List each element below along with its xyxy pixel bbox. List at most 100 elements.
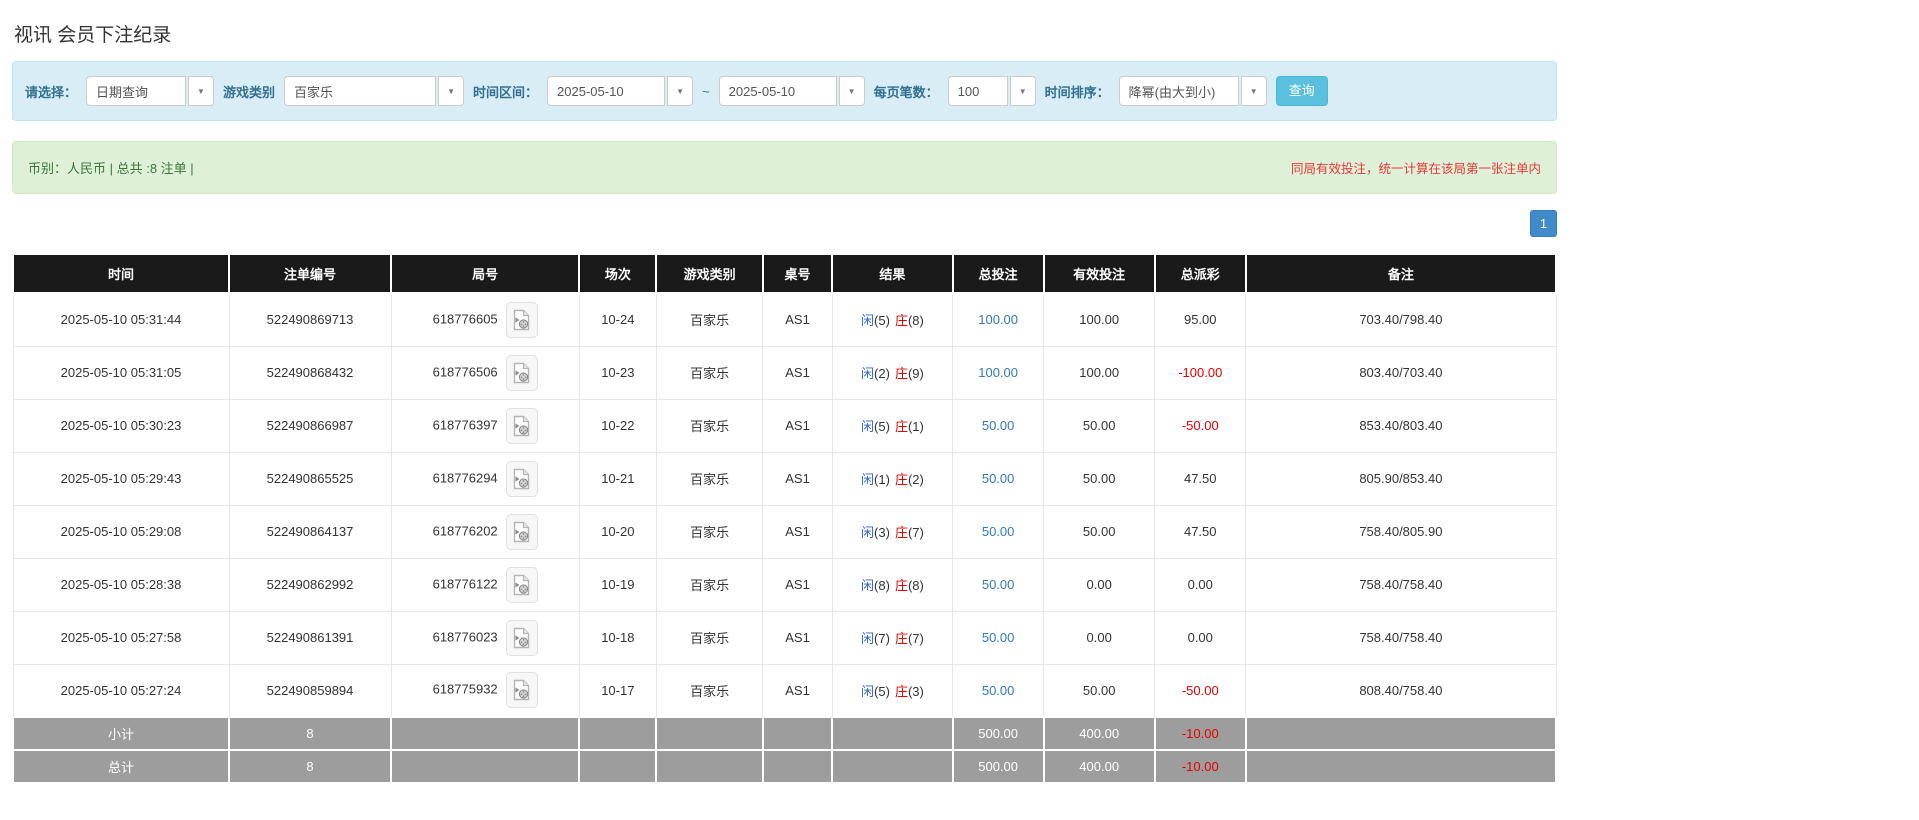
total-bet-link[interactable]: 100.00 xyxy=(978,365,1018,380)
date-to-picker[interactable]: 2025-05-10 ▼ xyxy=(719,76,865,106)
result-player: 闲 xyxy=(861,472,874,487)
table-row: 2025-05-10 05:27:24 522490859894 6187759… xyxy=(13,664,1556,717)
cell-bet-no: 522490862992 xyxy=(229,558,391,611)
main-container: 视讯 会员下注纪录 请选择： 日期查询 ▼ 游戏类别 百家乐 ▼ 时间区间： 2… xyxy=(12,0,1557,784)
search-button[interactable]: 查询 xyxy=(1276,76,1328,106)
pagination: 1 xyxy=(12,210,1557,237)
cell-total-bet: 50.00 xyxy=(953,505,1044,558)
total-bet-link[interactable]: 50.00 xyxy=(982,524,1015,539)
chevron-down-icon[interactable]: ▼ xyxy=(839,76,865,106)
cell-game-type: 百家乐 xyxy=(656,664,762,717)
cell-table-no: AS1 xyxy=(763,611,832,664)
cell-session: 10-20 xyxy=(579,505,656,558)
game-type-select[interactable]: 百家乐 ▼ xyxy=(284,76,464,106)
chevron-down-icon[interactable]: ▼ xyxy=(667,76,693,106)
cell-round-no: 618776122 xyxy=(391,558,579,611)
round-number: 618776397 xyxy=(433,417,498,432)
result-banker-score: (8) xyxy=(908,313,924,328)
result-player-score: (2) xyxy=(874,366,890,381)
video-replay-button[interactable] xyxy=(506,355,538,391)
table-header: 时间 注单编号 局号 场次 游戏类别 桌号 结果 总投注 有效投注 总派彩 备注 xyxy=(13,254,1556,293)
cell-result: 闲(3)庄(7) xyxy=(832,505,952,558)
cell-valid-bet: 0.00 xyxy=(1044,611,1155,664)
col-round-no: 局号 xyxy=(391,254,579,293)
chevron-down-icon[interactable]: ▼ xyxy=(1241,76,1267,106)
table-row: 2025-05-10 05:27:58 522490861391 6187760… xyxy=(13,611,1556,664)
cell-table-no: AS1 xyxy=(763,505,832,558)
cell-round-no: 618776202 xyxy=(391,505,579,558)
cell-session: 10-18 xyxy=(579,611,656,664)
col-total-bet: 总投注 xyxy=(953,254,1044,293)
page-size-label: 每页笔数： xyxy=(874,82,939,101)
col-bet-no: 注单编号 xyxy=(229,254,391,293)
cell-round-no: 618775932 xyxy=(391,664,579,717)
result-banker: 庄 xyxy=(895,525,908,540)
chevron-down-icon[interactable]: ▼ xyxy=(188,76,214,106)
result-player-score: (3) xyxy=(874,525,890,540)
result-player: 闲 xyxy=(861,313,874,328)
table-row: 2025-05-10 05:29:43 522490865525 6187762… xyxy=(13,452,1556,505)
cell-valid-bet: 0.00 xyxy=(1044,558,1155,611)
cell-payout: 0.00 xyxy=(1155,611,1246,664)
cell-payout: 47.50 xyxy=(1155,505,1246,558)
chevron-down-icon[interactable]: ▼ xyxy=(438,76,464,106)
grandtotal-label: 总计 xyxy=(13,750,229,783)
time-range-label: 时间区间： xyxy=(473,82,538,101)
video-replay-button[interactable] xyxy=(506,567,538,603)
col-session: 场次 xyxy=(579,254,656,293)
range-separator: ~ xyxy=(702,84,710,99)
result-player: 闲 xyxy=(861,419,874,434)
cell-session: 10-21 xyxy=(579,452,656,505)
cell-game-type: 百家乐 xyxy=(656,505,762,558)
video-replay-button[interactable] xyxy=(506,408,538,444)
table-row: 2025-05-10 05:31:44 522490869713 6187766… xyxy=(13,293,1556,346)
cell-total-bet: 50.00 xyxy=(953,611,1044,664)
video-replay-button[interactable] xyxy=(506,461,538,497)
result-player-score: (5) xyxy=(874,419,890,434)
cell-payout: -100.00 xyxy=(1155,346,1246,399)
total-bet-link[interactable]: 50.00 xyxy=(982,683,1015,698)
result-banker: 庄 xyxy=(895,631,908,646)
video-file-icon xyxy=(513,309,530,331)
video-replay-button[interactable] xyxy=(506,514,538,550)
date-from-picker[interactable]: 2025-05-10 ▼ xyxy=(547,76,693,106)
result-banker-score: (7) xyxy=(908,525,924,540)
cell-result: 闲(1)庄(2) xyxy=(832,452,952,505)
result-banker-score: (3) xyxy=(908,684,924,699)
cell-table-no: AS1 xyxy=(763,664,832,717)
cell-remark: 758.40/758.40 xyxy=(1246,558,1556,611)
table-row: 2025-05-10 05:29:08 522490864137 6187762… xyxy=(13,505,1556,558)
result-player-score: (5) xyxy=(874,684,890,699)
cell-total-bet: 50.00 xyxy=(953,558,1044,611)
currency-total-summary: 币别：人民币 | 总共 :8 注单 | xyxy=(28,158,194,177)
total-bet-link[interactable]: 50.00 xyxy=(982,577,1015,592)
grandtotal-total-bet: 500.00 xyxy=(953,750,1044,783)
cell-total-bet: 100.00 xyxy=(953,346,1044,399)
total-bet-link[interactable]: 100.00 xyxy=(978,312,1018,327)
video-replay-button[interactable] xyxy=(506,672,538,708)
video-file-icon xyxy=(513,468,530,490)
table-row: 2025-05-10 05:30:23 522490866987 6187763… xyxy=(13,399,1556,452)
result-banker-score: (2) xyxy=(908,472,924,487)
cell-game-type: 百家乐 xyxy=(656,558,762,611)
time-sort-select[interactable]: 降幂(由大到小) ▼ xyxy=(1119,76,1267,106)
total-bet-link[interactable]: 50.00 xyxy=(982,418,1015,433)
video-replay-button[interactable] xyxy=(506,302,538,338)
result-player: 闲 xyxy=(861,366,874,381)
page-size-select[interactable]: 100 ▼ xyxy=(948,76,1036,106)
cell-table-no: AS1 xyxy=(763,399,832,452)
col-remark: 备注 xyxy=(1246,254,1556,293)
video-replay-button[interactable] xyxy=(506,620,538,656)
round-number: 618776506 xyxy=(433,364,498,379)
cell-payout: 0.00 xyxy=(1155,558,1246,611)
cell-time: 2025-05-10 05:30:23 xyxy=(13,399,229,452)
cell-time: 2025-05-10 05:28:38 xyxy=(13,558,229,611)
cell-session: 10-24 xyxy=(579,293,656,346)
total-bet-link[interactable]: 50.00 xyxy=(982,630,1015,645)
chevron-down-icon[interactable]: ▼ xyxy=(1010,76,1036,106)
result-banker: 庄 xyxy=(895,313,908,328)
total-bet-link[interactable]: 50.00 xyxy=(982,471,1015,486)
query-mode-select[interactable]: 日期查询 ▼ xyxy=(86,76,214,106)
page-button-1[interactable]: 1 xyxy=(1530,210,1557,237)
round-number: 618776023 xyxy=(433,629,498,644)
